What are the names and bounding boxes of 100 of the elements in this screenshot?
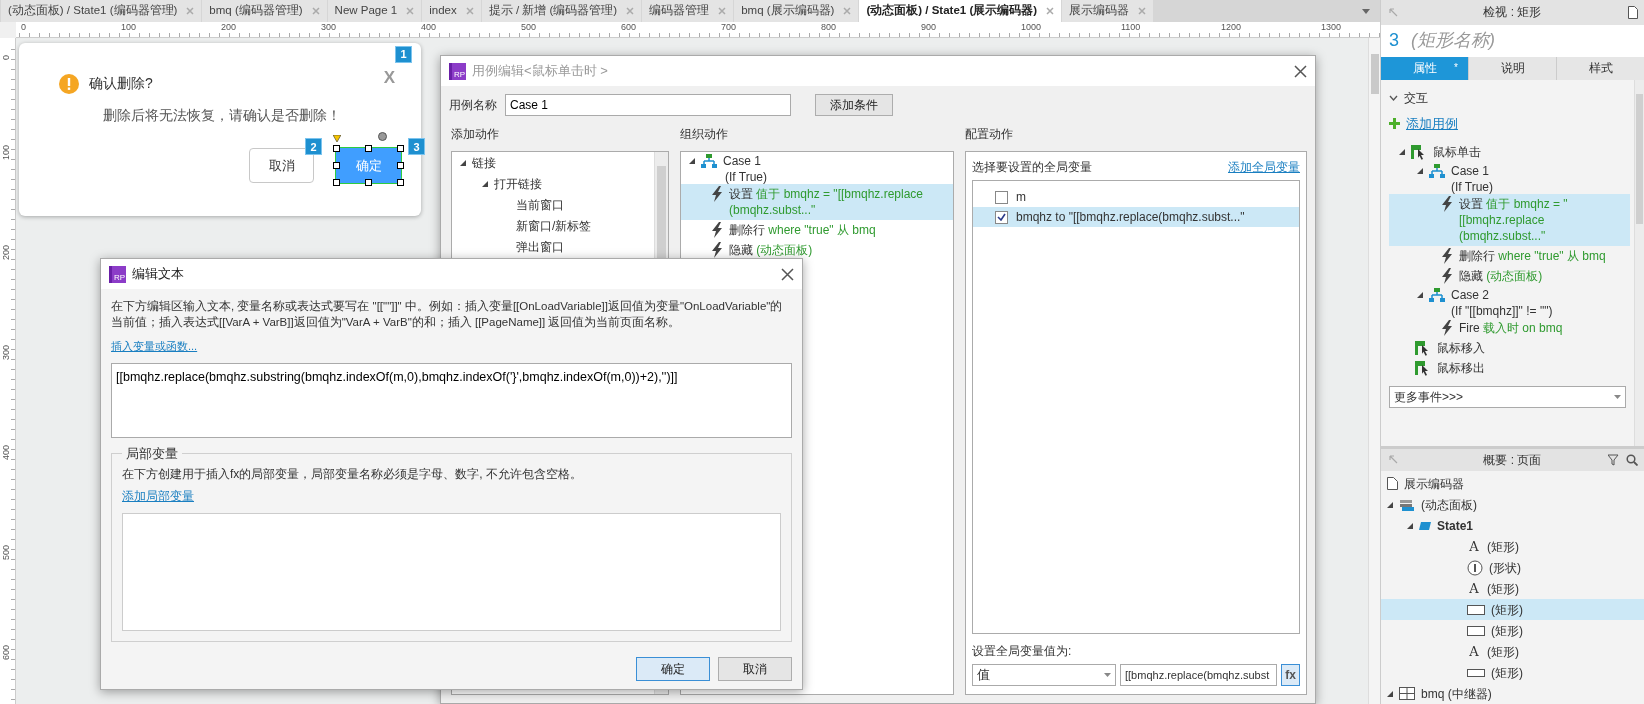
ruler-label: 0 — [21, 23, 26, 32]
filter-icon[interactable] — [1608, 453, 1620, 466]
resize-handle[interactable] — [397, 162, 404, 170]
ruler-label: 600 — [2, 644, 11, 660]
expander-icon[interactable] — [1387, 501, 1393, 508]
tree-item[interactable]: 打开链接 — [494, 174, 542, 193]
outline-row[interactable]: (矩形) — [1381, 599, 1644, 620]
add-case-link[interactable]: 添加用例 — [1406, 114, 1458, 134]
section-heading[interactable]: 交互 — [1404, 88, 1428, 107]
action-row[interactable]: 隐藏 (动态面板) — [681, 240, 953, 260]
document-tab[interactable]: (动态面板) / State1 (展示编码器) — [859, 0, 1062, 22]
add-condition-button[interactable]: 添加条件 — [815, 94, 893, 116]
variable-row[interactable]: bmqhz to "[[bmqhz.replace(bmqhz.subst..." — [973, 207, 1299, 227]
outline-row[interactable]: (动态面板) — [1381, 494, 1644, 515]
panel-tab[interactable]: 样式 — [1557, 56, 1644, 80]
scroll-thumb[interactable] — [1636, 93, 1643, 224]
ok-button[interactable]: 确定 — [636, 657, 710, 681]
expander-icon[interactable] — [1407, 522, 1413, 529]
page-icon[interactable] — [1628, 5, 1638, 19]
action-row[interactable]: 隐藏 (动态面板) — [1389, 265, 1630, 286]
action-row[interactable]: 设置 值于 bmqhz = "[[bmqhz.replace (bmqhz.subst..." — [681, 184, 953, 220]
document-tab[interactable]: (动态面板) / State1 (编码器管理) — [1, 0, 202, 22]
case-label[interactable]: Case 2 — [1451, 285, 1490, 304]
variable-row[interactable]: m — [973, 187, 1299, 207]
insert-variable-link[interactable]: 插入变量或函数... — [111, 340, 198, 353]
state-icon — [1419, 521, 1431, 530]
text-widget-icon: A — [1467, 641, 1481, 662]
more-events-dropdown[interactable]: 更多事件>>> — [1389, 385, 1626, 408]
document-tab[interactable]: 提示 / 新增 (编码器管理) — [481, 0, 642, 22]
resize-handle[interactable] — [333, 162, 340, 170]
expression-field[interactable]: [[bmqhz.replace(bmqhz.substring(bmqhz.indexOf(m,0),bmqhz.indexOf('}',bmqhz.indexOf(m,0))+2),'')]] — [111, 362, 792, 438]
warning-icon — [59, 73, 79, 94]
checkbox[interactable] — [995, 190, 1008, 204]
resize-handle[interactable] — [397, 145, 404, 153]
ruler-label: 200 — [2, 244, 11, 260]
document-tab[interactable]: 编码器管理 — [642, 0, 734, 22]
action-row[interactable]: Fire 载入时 on bmq — [1389, 317, 1630, 338]
section-label: 选择要设置的全局变量 — [972, 159, 1092, 176]
description-text: 在下方创建用于插入fx的局部变量，局部变量名称必须是字母、数字, 不允许包含空格。 — [122, 466, 583, 484]
scrollbar[interactable] — [1634, 79, 1644, 446]
resize-handle[interactable] — [333, 179, 340, 187]
expander-icon[interactable] — [482, 180, 488, 187]
checkbox[interactable] — [995, 210, 1008, 224]
value-type-select[interactable]: 值 — [972, 664, 1116, 686]
tree-item[interactable]: 弹出窗口 — [516, 237, 564, 256]
document-tab[interactable]: index — [422, 0, 481, 22]
document-tab[interactable]: 展示编码器 — [1062, 0, 1154, 22]
outline-row[interactable]: bmq (中继器) — [1381, 683, 1644, 704]
text-widget-icon: A — [1467, 578, 1481, 599]
document-tab[interactable]: New Page 1 — [327, 0, 422, 22]
resize-handle[interactable] — [333, 145, 340, 153]
action-row[interactable]: 设置 值于 bmqhz = "[[bmqhz.replace (bmqhz.subst..." — [1389, 193, 1630, 246]
fx-button[interactable]: fx — [1281, 664, 1300, 686]
expander-icon[interactable] — [1417, 167, 1423, 174]
expander-icon[interactable] — [460, 159, 466, 166]
document-tab[interactable]: bmq (展示编码器) — [734, 0, 859, 22]
search-icon[interactable] — [1626, 453, 1638, 466]
value-field[interactable]: [[bmqhz.replace(bmqhz.subst — [1120, 664, 1278, 686]
cancel-button[interactable]: 取消 — [718, 657, 792, 681]
expander-icon[interactable] — [1399, 148, 1405, 155]
resize-handle[interactable] — [365, 145, 372, 153]
panel-tab[interactable]: 说明 — [1469, 56, 1556, 80]
tree-item[interactable]: 链接 — [472, 153, 496, 172]
plus-icon[interactable] — [1389, 118, 1400, 130]
rotate-handle-icon[interactable] — [378, 132, 387, 142]
add-local-variable-link[interactable]: 添加局部变量 — [122, 489, 194, 504]
tree-item[interactable]: 新窗口/新标签 — [516, 216, 592, 235]
anchor-marker-icon[interactable] — [333, 135, 341, 143]
outline-row[interactable]: 展示编码器 — [1381, 473, 1644, 494]
event-label[interactable]: 鼠标单击 — [1433, 142, 1481, 161]
case-label[interactable]: Case 1 — [1451, 161, 1490, 180]
outline-row[interactable]: A (矩形) — [1381, 536, 1644, 557]
event-label[interactable]: 鼠标移出 — [1437, 358, 1485, 377]
action-row[interactable]: 删除行 where "true" 从 bmq — [1389, 245, 1630, 266]
widget-name-field[interactable]: (矩形名称) — [1409, 24, 1644, 57]
chevron-icon[interactable] — [1389, 94, 1398, 101]
expander-icon[interactable] — [689, 158, 695, 164]
action-row[interactable]: 删除行 where "true" 从 bmq — [681, 220, 953, 240]
case-name-field[interactable]: Case 1 — [505, 94, 791, 116]
outline-row[interactable]: (形状) — [1381, 557, 1644, 578]
event-label[interactable]: 鼠标移入 — [1437, 338, 1485, 357]
expander-icon[interactable] — [1387, 690, 1393, 697]
outline-row[interactable]: (矩形) — [1381, 620, 1644, 641]
close-icon[interactable] — [1294, 64, 1307, 78]
resize-handle[interactable] — [365, 179, 372, 187]
close-icon[interactable] — [781, 267, 794, 281]
tree-item[interactable]: 当前窗口 — [516, 195, 564, 214]
outline-row[interactable]: State1 — [1381, 515, 1644, 536]
case-label[interactable]: Case 1 — [723, 152, 762, 170]
document-tab[interactable]: bmq (编码器管理) — [202, 0, 327, 22]
outline-row[interactable]: A (矩形) — [1381, 578, 1644, 599]
outline-row[interactable]: (矩形) — [1381, 662, 1644, 683]
dropdown-arrow-icon[interactable] — [1362, 8, 1370, 14]
add-global-variable-link[interactable]: 添加全局变量 — [1228, 158, 1300, 176]
expander-icon[interactable] — [1417, 291, 1423, 298]
dialog-message: 删除后将无法恢复，请确认是否删除！ — [103, 107, 342, 125]
outline-row[interactable]: A (矩形) — [1381, 641, 1644, 662]
resize-handle[interactable] — [397, 179, 404, 187]
scroll-thumb[interactable] — [1370, 54, 1379, 94]
scrollbar[interactable] — [1368, 38, 1380, 704]
